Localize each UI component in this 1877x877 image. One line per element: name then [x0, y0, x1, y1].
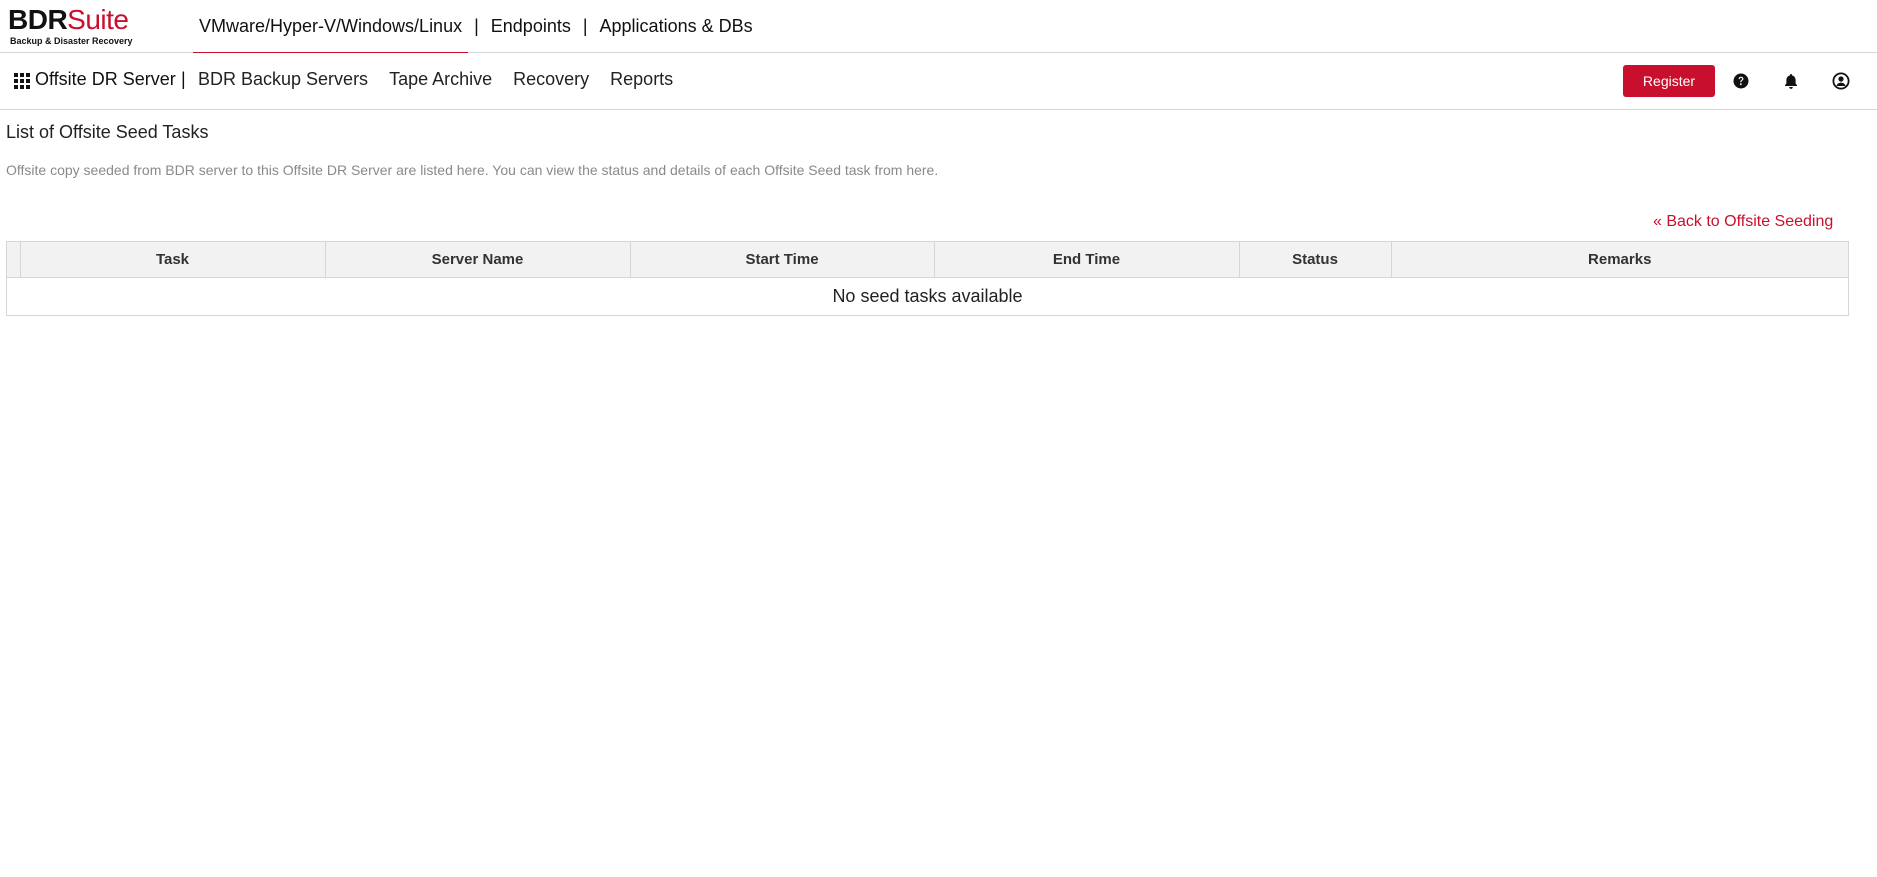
- logo-bold-text: BDR: [8, 4, 68, 35]
- column-header-start-time[interactable]: Start Time: [630, 242, 935, 278]
- module-menu: BDR Backup Servers Tape Archive Recovery…: [198, 69, 694, 90]
- page-title: List of Offsite Seed Tasks: [6, 122, 209, 142]
- column-header-server-name[interactable]: Server Name: [325, 242, 631, 278]
- logo-tagline: Backup & Disaster Recovery: [10, 36, 133, 46]
- module-title[interactable]: Offsite DR Server: [35, 69, 176, 90]
- menu-item-reports[interactable]: Reports: [610, 69, 673, 90]
- nav-separator: |: [582, 16, 588, 36]
- top-header: BDRSuite Backup & Disaster Recovery VMwa…: [0, 0, 1877, 54]
- table-empty-row: No seed tasks available: [7, 277, 1848, 315]
- product-nav: VMware/Hyper-V/Windows/Linux | Endpoints…: [193, 0, 759, 54]
- register-button[interactable]: Register: [1623, 65, 1715, 97]
- menu-item-bdr-backup-servers[interactable]: BDR Backup Servers: [198, 69, 368, 90]
- grid-icon[interactable]: [14, 73, 30, 89]
- column-header-remarks[interactable]: Remarks: [1391, 242, 1848, 278]
- user-icon[interactable]: [1830, 70, 1852, 92]
- logo-light-text: Suite: [67, 4, 129, 35]
- column-header-status[interactable]: Status: [1239, 242, 1392, 278]
- help-icon[interactable]: [1730, 70, 1752, 92]
- tab-endpoints[interactable]: Endpoints: [485, 0, 577, 53]
- tab-label: Applications & DBs: [599, 16, 753, 36]
- tab-label: VMware/Hyper-V/Windows/Linux: [199, 16, 463, 36]
- menu-item-recovery[interactable]: Recovery: [513, 69, 589, 90]
- tab-applications-dbs[interactable]: Applications & DBs: [594, 0, 759, 53]
- back-to-offsite-seeding-link[interactable]: « Back to Offsite Seeding: [1653, 213, 1833, 231]
- logo-wordmark: BDRSuite: [8, 6, 138, 34]
- tab-label: Endpoints: [490, 16, 571, 36]
- column-header-task[interactable]: Task: [20, 242, 326, 278]
- seed-tasks-table: Task Server Name Start Time End Time Sta…: [6, 241, 1849, 316]
- page-description: Offsite copy seeded from BDR server to t…: [6, 162, 939, 178]
- bdrsuite-logo[interactable]: BDRSuite Backup & Disaster Recovery: [8, 6, 138, 48]
- bell-icon[interactable]: [1780, 70, 1802, 92]
- column-header-select: [7, 242, 21, 278]
- empty-table-message: No seed tasks available: [832, 285, 1023, 306]
- module-separator: |: [181, 69, 186, 89]
- table-header-row: Task Server Name Start Time End Time Sta…: [7, 242, 1848, 278]
- menu-item-tape-archive[interactable]: Tape Archive: [389, 69, 492, 90]
- nav-separator: |: [474, 16, 479, 36]
- module-nav: Offsite DR Server | BDR Backup Servers T…: [0, 53, 1877, 110]
- tab-vmware-hyperv-windows-linux[interactable]: VMware/Hyper-V/Windows/Linux: [193, 0, 469, 54]
- column-header-end-time[interactable]: End Time: [934, 242, 1240, 278]
